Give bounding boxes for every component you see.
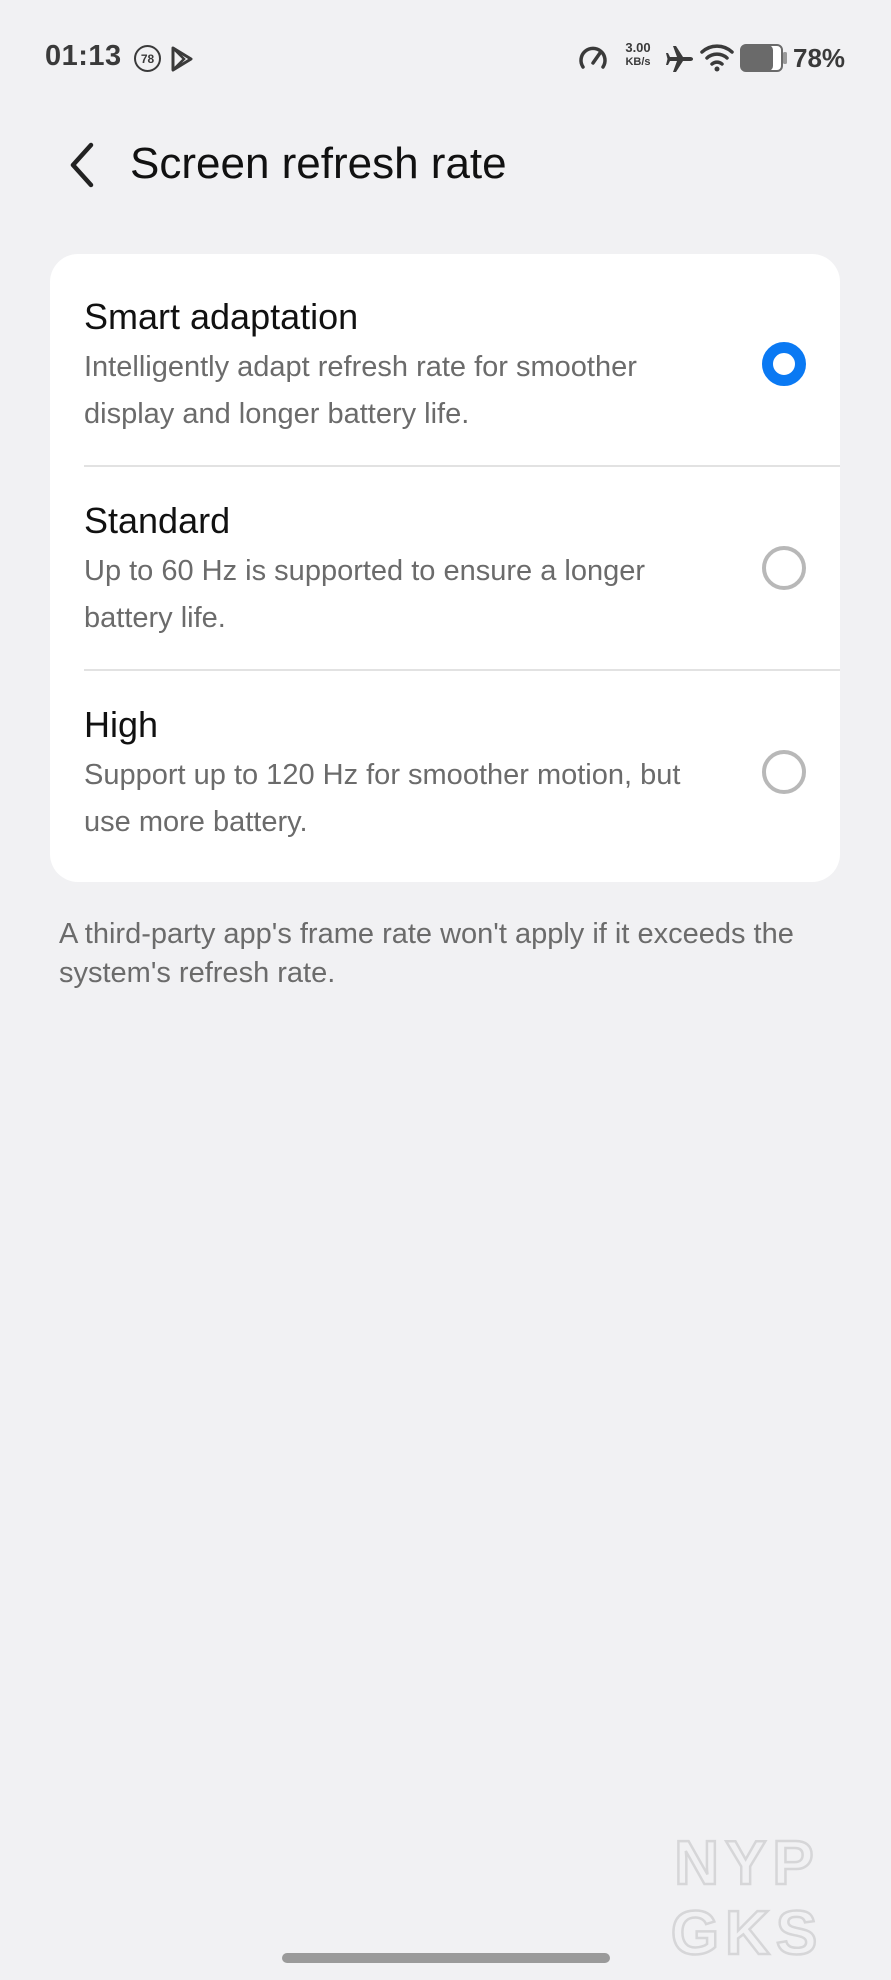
radio-button-standard[interactable]	[762, 546, 806, 590]
speedometer-icon	[577, 43, 609, 80]
option-title: High	[84, 704, 159, 745]
option-high[interactable]: High Support up to 120 Hz for smoother m…	[50, 670, 840, 873]
refresh-rate-options-card: Smart adaptation Intelligently adapt ref…	[50, 254, 840, 882]
svg-text:NYP: NYP	[674, 1829, 819, 1898]
svg-text:GKS: GKS	[671, 1899, 823, 1962]
chevron-left-icon	[70, 142, 94, 188]
battery-percentage: 78%	[793, 43, 846, 73]
network-speed-value: 3.00	[625, 40, 651, 55]
option-description: Intelligently adapt refresh rate for smo…	[84, 351, 637, 430]
back-button[interactable]	[52, 130, 112, 200]
radio-button-high[interactable]	[762, 750, 806, 794]
option-title: Smart adaptation	[84, 296, 359, 337]
wifi-icon	[700, 41, 734, 78]
status-bar: 01:13 78 3.00 KB/s 78%	[0, 0, 891, 118]
page-title: Screen refresh rate	[130, 139, 507, 188]
option-title: Standard	[84, 500, 231, 541]
option-standard[interactable]: Standard Up to 60 Hz is supported to ens…	[50, 466, 840, 669]
option-description: Up to 60 Hz is supported to ensure a lon…	[84, 555, 645, 634]
watermark-logo: NYP GKS	[632, 1826, 862, 1970]
airplane-mode-icon	[664, 43, 696, 80]
radio-button-smart-adaptation[interactable]	[762, 342, 806, 386]
notification-count-badge: 78	[134, 45, 161, 72]
footnote-text: A third-party app's frame rate won't app…	[59, 918, 794, 989]
app-bar: Screen refresh rate	[0, 118, 891, 228]
status-time: 01:13	[45, 40, 122, 72]
play-store-icon	[170, 45, 194, 78]
home-gesture-bar[interactable]	[282, 1953, 610, 1963]
option-description: Support up to 120 Hz for smoother motion…	[84, 759, 681, 838]
network-speed-unit: KB/s	[625, 56, 651, 68]
option-smart-adaptation[interactable]: Smart adaptation Intelligently adapt ref…	[50, 254, 840, 457]
network-speed: 3.00 KB/s	[620, 41, 656, 69]
battery-icon	[740, 44, 788, 77]
